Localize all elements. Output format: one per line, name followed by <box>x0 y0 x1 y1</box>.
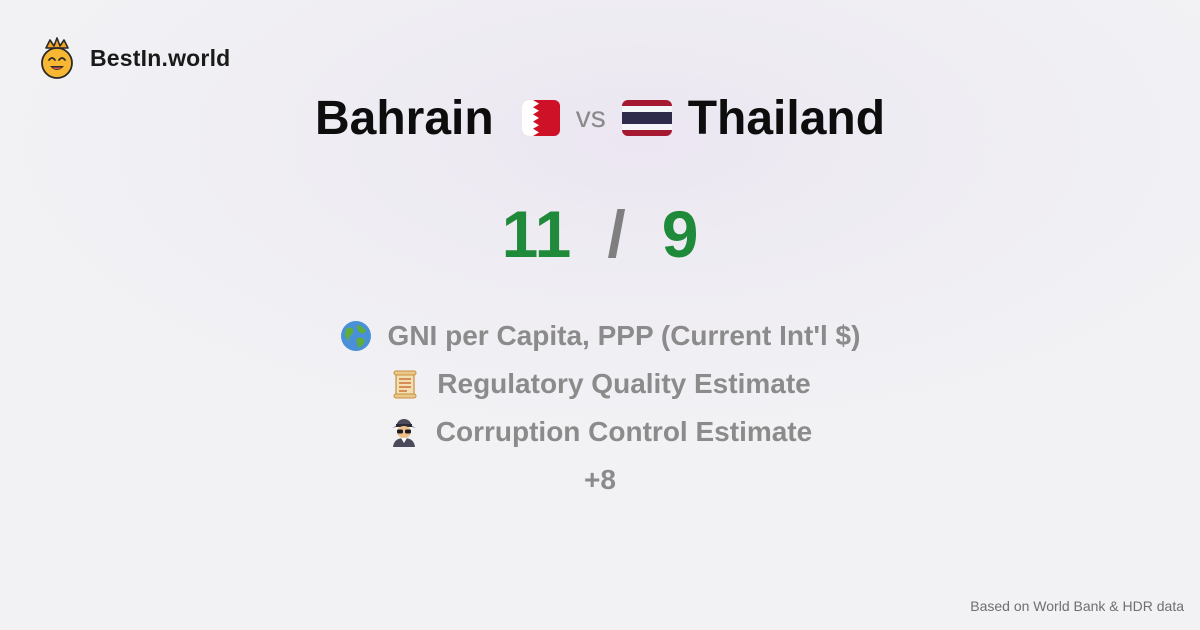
comparison-title: Bahrain vs Thailand <box>0 88 1200 148</box>
data-source-note: Based on World Bank & HDR data <box>970 598 1184 614</box>
metric-label: Regulatory Quality Estimate <box>437 368 811 399</box>
right-country-name: Thailand <box>687 91 886 145</box>
metric-label: Corruption Control Estimate <box>435 416 813 447</box>
metric-item: Regulatory Quality Estimate <box>0 360 1200 408</box>
scroll-icon <box>393 370 417 399</box>
thailand-flag-icon <box>621 100 672 136</box>
score-row: 11 / 9 <box>0 196 1200 272</box>
bahrain-flag-icon <box>521 100 560 136</box>
left-score: 11 <box>501 197 572 271</box>
metrics-list: GNI per Capita, PPP (Current Int'l $) Re… <box>0 312 1200 504</box>
left-country-name: Bahrain <box>314 91 494 145</box>
brand-name: BestIn.world <box>90 44 231 71</box>
more-metrics-count: +8 <box>584 464 616 495</box>
score-separator: / <box>607 197 626 271</box>
crown-smiley-icon <box>41 37 73 79</box>
metric-item: Corruption Control Estimate <box>0 408 1200 456</box>
globe-icon <box>340 321 371 351</box>
right-score: 9 <box>661 197 699 271</box>
vs-label: vs <box>575 101 606 134</box>
metric-item: GNI per Capita, PPP (Current Int'l $) <box>0 312 1200 360</box>
detective-icon <box>391 419 416 447</box>
metric-label: GNI per Capita, PPP (Current Int'l $) <box>387 320 861 351</box>
brand[interactable]: BestIn.world <box>38 36 230 80</box>
